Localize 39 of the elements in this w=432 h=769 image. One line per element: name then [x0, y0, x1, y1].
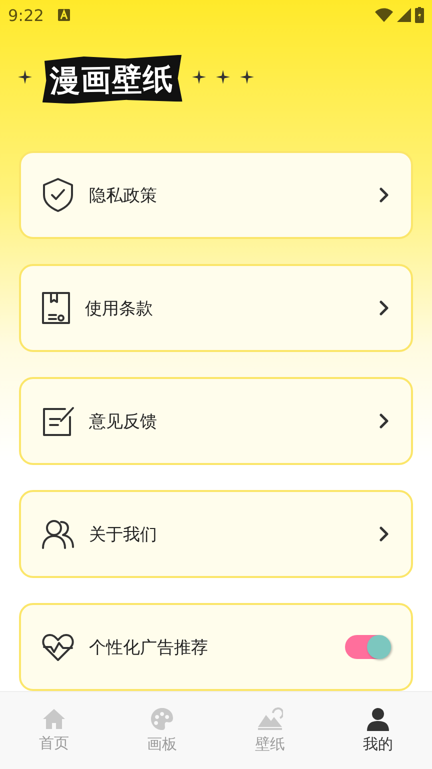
sparkle-icon: [18, 70, 32, 84]
notification-icon: [58, 9, 70, 21]
person-icon: [366, 707, 390, 731]
menu-item-label: 意见反馈: [89, 410, 158, 432]
sparkle-icon: [240, 70, 254, 84]
menu-item[interactable]: 关于我们: [19, 490, 413, 578]
palette-icon: [150, 707, 174, 731]
document-icon: [41, 291, 71, 325]
wifi-icon: [375, 8, 393, 22]
signal-icon: [397, 8, 411, 22]
nav-tab-label: 首页: [39, 734, 69, 753]
home-icon: [42, 708, 66, 730]
menu-item-label: 个性化广告推荐: [89, 636, 209, 658]
nav-tab-label: 壁纸: [255, 735, 285, 754]
heart-pulse-icon: [41, 632, 75, 662]
chevron-right-icon: [379, 300, 389, 316]
chevron-right-icon: [379, 413, 389, 429]
sparkle-icon: [192, 70, 206, 84]
menu-item[interactable]: 使用条款: [19, 264, 413, 352]
menu-item-label: 隐私政策: [89, 184, 158, 206]
chevron-right-icon: [379, 187, 389, 203]
menu-item-label: 关于我们: [89, 524, 158, 546]
users-icon: [41, 519, 75, 549]
menu-item-label: 使用条款: [85, 298, 154, 320]
nav-tab-label: 画板: [147, 735, 177, 754]
menu-item[interactable]: 隐私政策: [19, 151, 413, 239]
edit-note-icon: [41, 405, 75, 437]
mountain-image-icon: [257, 707, 283, 731]
status-time: 9:22: [8, 6, 44, 24]
battery-icon: [415, 7, 424, 23]
menu-item[interactable]: 意见反馈: [19, 377, 413, 465]
nav-tab[interactable]: 我的: [324, 692, 432, 769]
sparkle-icon: [216, 70, 230, 84]
nav-tab-label: 我的: [363, 735, 393, 754]
shield-check-icon: [41, 177, 75, 213]
toggle-switch[interactable]: [345, 635, 389, 659]
menu-item[interactable]: 个性化广告推荐: [19, 603, 413, 691]
app-logo: 漫画壁纸: [42, 54, 182, 104]
chevron-right-icon: [379, 526, 389, 542]
